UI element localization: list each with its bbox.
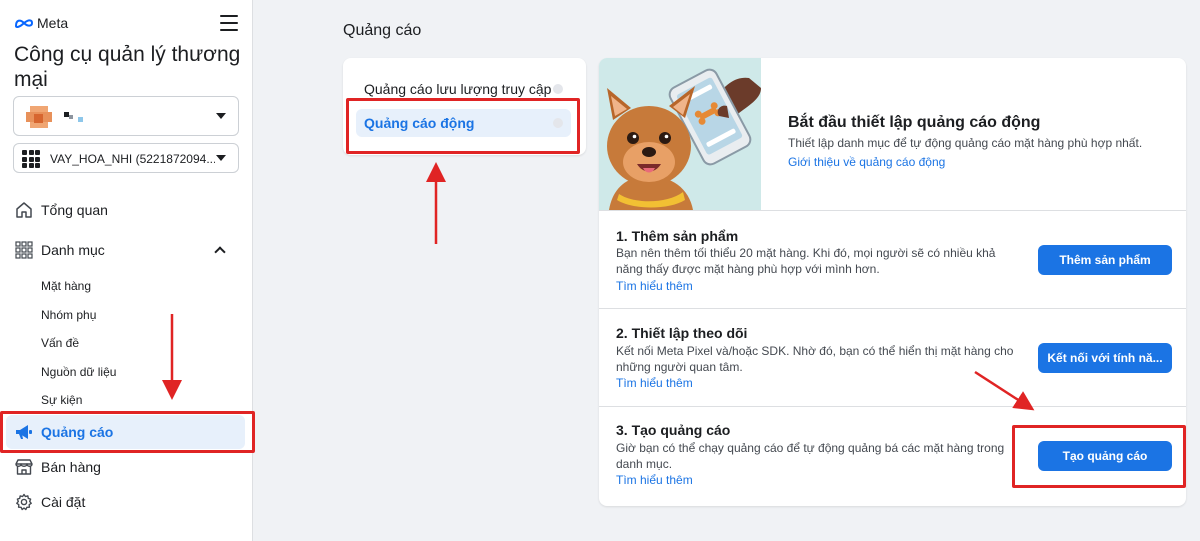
learn-more-link[interactable]: Tìm hiểu thêm	[616, 376, 693, 390]
app-title: Công cụ quản lý thương mại	[14, 43, 241, 91]
nav-label-ads: Quảng cáo	[41, 424, 114, 440]
account-name-blurred	[64, 112, 88, 122]
add-products-button[interactable]: Thêm sản phẩm	[1038, 245, 1172, 275]
ads-type-tabs: Quảng cáo lưu lượng truy cập Quảng cáo đ…	[343, 58, 586, 155]
nav-label-catalog: Danh mục	[41, 242, 105, 258]
step-title: 2. Thiết lập theo dõi	[616, 325, 748, 341]
nav-item-overview[interactable]: Tổng quan	[0, 192, 253, 228]
chevron-down-icon	[216, 155, 226, 161]
sub-item-products[interactable]: Mặt hàng	[41, 279, 91, 293]
hero-learn-link[interactable]: Giới thiệu về quảng cáo động	[788, 155, 945, 169]
meta-logo-text: Meta	[37, 15, 69, 31]
step-add-products: 1. Thêm sản phẩm Bạn nên thêm tối thiểu …	[599, 210, 1186, 308]
hero-title: Bắt đầu thiết lập quảng cáo động	[788, 114, 1041, 131]
menu-icon[interactable]	[220, 15, 238, 31]
tab-dynamic-ads[interactable]: Quảng cáo động	[356, 109, 571, 137]
step-create-ads: 3. Tạo quảng cáo Giờ bạn có thể chạy quả…	[599, 406, 1186, 506]
nav-item-ads[interactable]: Quảng cáo	[0, 414, 253, 450]
nav-label-overview: Tổng quan	[41, 202, 108, 218]
radio-icon	[553, 84, 563, 94]
catalog-selector[interactable]: VAY_HOA_NHI (5221872094...	[13, 143, 239, 173]
chevron-down-icon	[216, 113, 226, 119]
radio-icon	[553, 118, 563, 128]
catalog-grid-icon	[22, 150, 40, 168]
tab-label: Quảng cáo lưu lượng truy cập	[364, 81, 552, 97]
gear-icon	[16, 493, 32, 511]
step-description: Giờ bạn có thể chạy quảng cáo để tự động…	[616, 441, 1005, 471]
avatar	[26, 104, 52, 130]
nav-item-sales[interactable]: Bán hàng	[0, 449, 253, 485]
step-title: 3. Tạo quảng cáo	[616, 422, 731, 438]
meta-infinity-icon	[14, 19, 34, 28]
catalog-name: VAY_HOA_NHI (5221872094...	[50, 152, 215, 166]
nav-label-settings: Cài đặt	[41, 494, 86, 510]
hero-illustration	[599, 58, 761, 210]
sub-item-events[interactable]: Sự kiện	[41, 393, 82, 407]
megaphone-icon	[16, 425, 32, 439]
learn-more-link[interactable]: Tìm hiểu thêm	[616, 473, 693, 487]
connect-tracking-button[interactable]: Kết nối với tính nă...	[1038, 343, 1172, 373]
sub-item-product-sets[interactable]: Nhóm phụ	[41, 308, 96, 322]
step-description: Kết nối Meta Pixel và/hoặc SDK. Nhờ đó, …	[616, 344, 1014, 374]
create-ads-button[interactable]: Tạo quảng cáo	[1038, 441, 1172, 471]
nav-item-catalog[interactable]: Danh mục	[0, 232, 253, 268]
step-description: Bạn nên thêm tối thiểu 20 mặt hàng. Khi …	[616, 246, 996, 276]
nav-label-sales: Bán hàng	[41, 459, 101, 475]
dog-phone-illustration	[607, 68, 761, 210]
step-title: 1. Thêm sản phẩm	[616, 228, 739, 244]
sub-item-issues[interactable]: Vấn đề	[41, 336, 79, 350]
catalog-grid-icon	[15, 241, 33, 259]
dynamic-ads-card: Bắt đầu thiết lập quảng cáo động Thiết l…	[599, 58, 1186, 506]
nav-item-settings[interactable]: Cài đặt	[0, 484, 253, 520]
step-setup-tracking: 2. Thiết lập theo dõi Kết nối Meta Pixel…	[599, 308, 1186, 406]
chevron-up-icon[interactable]	[214, 246, 226, 258]
tab-label: Quảng cáo động	[364, 115, 475, 131]
page-title: Quảng cáo	[343, 22, 422, 39]
learn-more-link[interactable]: Tìm hiểu thêm	[616, 279, 693, 293]
sub-item-data-sources[interactable]: Nguồn dữ liệu	[41, 365, 116, 379]
hero-description: Thiết lập danh mục để tự động quảng cáo …	[788, 136, 1143, 150]
account-selector[interactable]	[13, 96, 239, 136]
tab-traffic-ads[interactable]: Quảng cáo lưu lượng truy cập	[356, 75, 571, 103]
home-icon	[16, 202, 32, 218]
shop-icon	[15, 459, 33, 475]
sidebar: Meta Công cụ quản lý thương mại VAY_HOA_…	[0, 0, 253, 541]
meta-logo[interactable]: Meta	[14, 15, 68, 31]
